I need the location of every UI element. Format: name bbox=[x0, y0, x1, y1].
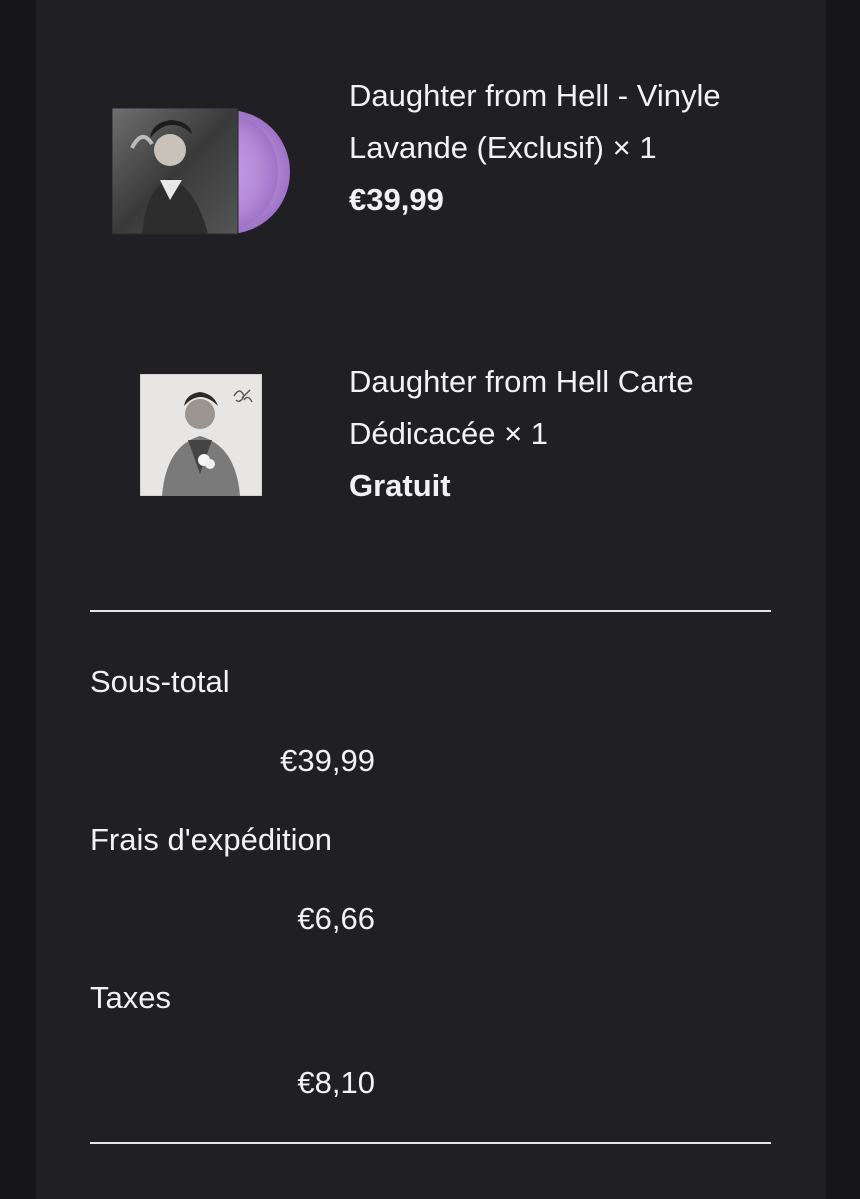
shipping-value: €6,66 bbox=[297, 901, 375, 936]
taxes-label: Taxes bbox=[90, 980, 171, 1015]
item-name[interactable]: Daughter from Hell Carte Dédicacée × 1 bbox=[349, 356, 789, 460]
divider bbox=[90, 1142, 771, 1144]
order-summary-panel: Daughter from Hell - Vinyle Lavande (Exc… bbox=[36, 0, 826, 1199]
item-name[interactable]: Daughter from Hell - Vinyle Lavande (Exc… bbox=[349, 70, 789, 174]
subtotal-label: Sous-total bbox=[90, 664, 230, 699]
item-price: €39,99 bbox=[349, 182, 444, 217]
divider bbox=[90, 610, 771, 612]
taxes-value: €8,10 bbox=[297, 1065, 375, 1100]
signed-card-info: Daughter from Hell Carte Dédicacée × 1 G… bbox=[349, 356, 789, 512]
item-price: Gratuit bbox=[349, 468, 451, 503]
vinyl-info: Daughter from Hell - Vinyle Lavande (Exc… bbox=[349, 70, 789, 226]
vinyl-product-image bbox=[111, 107, 292, 238]
shipping-label: Frais d'expédition bbox=[90, 822, 332, 857]
signed-card-image bbox=[139, 373, 263, 497]
subtotal-value: €39,99 bbox=[280, 743, 375, 778]
